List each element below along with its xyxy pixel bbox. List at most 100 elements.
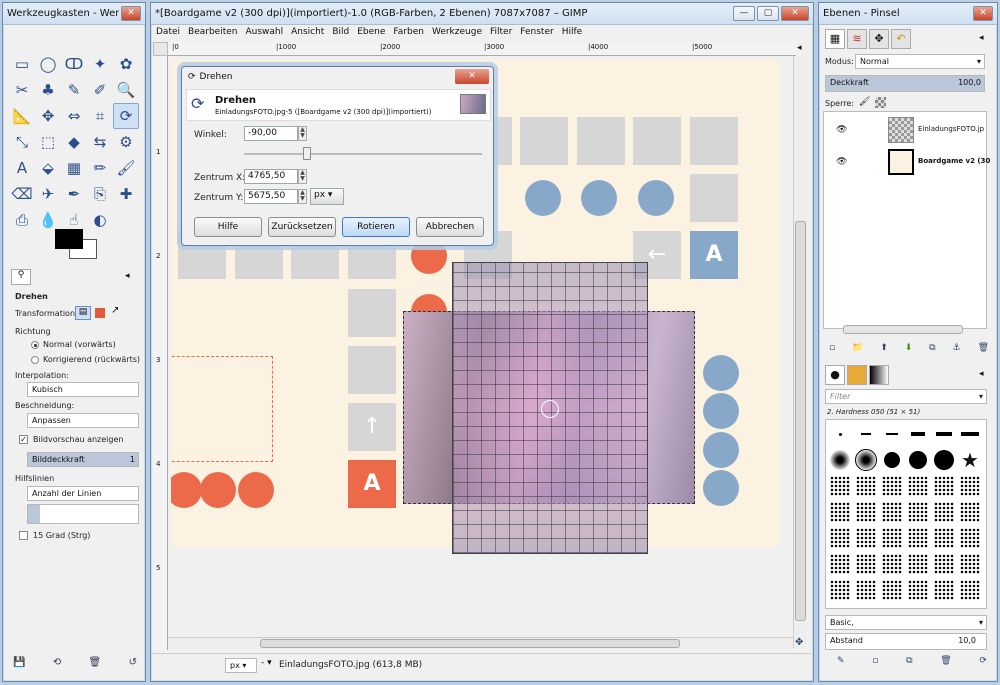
brush-item[interactable] <box>854 448 878 472</box>
perspective-clone-icon[interactable]: ⎙ <box>9 207 35 233</box>
transform-layer-icon[interactable]: ▤ <box>75 306 91 320</box>
raise-layer-icon[interactable]: ⬆ <box>880 343 888 353</box>
zentrum-y-input[interactable]: 5675,50 <box>244 189 298 204</box>
close-icon[interactable]: ✕ <box>121 6 141 21</box>
scissors-icon[interactable]: ✂ <box>9 77 35 103</box>
navigate-arrow-icon[interactable]: ◂ <box>797 43 802 53</box>
radio-korrigierend[interactable] <box>31 356 39 364</box>
brush-item[interactable] <box>906 526 930 550</box>
edit-brush-icon[interactable]: ✎ <box>837 656 845 666</box>
shear-icon[interactable]: ⬚ <box>35 129 61 155</box>
modus-select[interactable]: Normal ▾ <box>855 54 985 69</box>
undo-tab-icon[interactable]: ↶ <box>891 29 911 49</box>
horizontal-ruler[interactable]: |0 |1000 |2000 |3000 |4000 |5000 <box>168 42 796 56</box>
brush-item[interactable] <box>932 422 956 446</box>
paintbrush-icon[interactable]: 🖌 <box>113 155 139 181</box>
vertical-ruler[interactable]: 1 2 3 4 5 <box>153 56 168 650</box>
rotate-icon[interactable]: ⟳ <box>113 103 139 129</box>
scale-icon[interactable]: ⤡ <box>9 129 35 155</box>
eye-icon[interactable]: 👁 <box>836 157 847 167</box>
brush-item[interactable] <box>932 552 956 576</box>
rect-select-icon[interactable]: ▭ <box>9 51 35 77</box>
brush-item[interactable] <box>828 552 852 576</box>
minimize-icon[interactable]: — <box>733 6 755 21</box>
transform-selection-icon[interactable] <box>95 308 105 318</box>
refresh-brushes-icon[interactable]: ⟳ <box>979 656 987 666</box>
brush-panel-menu-icon[interactable]: ◂ <box>979 369 984 379</box>
clone-icon[interactable]: ⎘ <box>87 181 113 207</box>
pencil-icon[interactable]: ✏ <box>87 155 113 181</box>
brush-item[interactable] <box>958 474 982 498</box>
delete-options-icon[interactable]: 🗑 <box>89 657 102 668</box>
help-button[interactable]: Hilfe <box>194 217 262 237</box>
brush-item[interactable] <box>932 474 956 498</box>
unit-dropdown[interactable]: px ▾ <box>310 188 344 205</box>
lower-layer-icon[interactable]: ⬇ <box>905 343 913 353</box>
radio-normal[interactable] <box>31 341 39 349</box>
transform-path-icon[interactable]: ↗ <box>111 305 119 316</box>
brush-item[interactable] <box>880 474 904 498</box>
paths-tab-icon[interactable]: ✥ <box>869 29 889 49</box>
hilfslinien-select[interactable]: Anzahl der Linien <box>27 486 139 501</box>
cancel-button[interactable]: Abbrechen <box>416 217 484 237</box>
color-select-icon[interactable]: ✿ <box>113 51 139 77</box>
save-options-icon[interactable]: 💾 <box>13 657 25 668</box>
zentrum-x-input[interactable]: 4765,50 <box>244 169 298 184</box>
layers-tab-icon[interactable]: ▦ <box>825 29 845 49</box>
crop-icon[interactable]: ⌗ <box>87 103 113 129</box>
opacity-slider[interactable]: Deckkraft 100,0 <box>825 75 985 92</box>
brush-item[interactable] <box>828 422 852 446</box>
menu-item-ansicht[interactable]: Ansicht <box>287 26 328 40</box>
heal-icon[interactable]: ✚ <box>113 181 139 207</box>
toolbox-titlebar[interactable]: Werkzeugkasten - Werkz... ✕ <box>3 3 145 25</box>
beschneidung-select[interactable]: Anpassen <box>27 413 139 428</box>
panel-menu-icon[interactable]: ◂ <box>125 271 130 281</box>
restore-options-icon[interactable]: ⟲ <box>53 657 61 668</box>
dialog-titlebar[interactable]: ⟳ Drehen ✕ <box>182 67 493 87</box>
winkel-spinner[interactable]: ▲ ▼ <box>298 126 307 141</box>
brush-item[interactable]: ★ <box>958 448 982 472</box>
brush-item[interactable] <box>906 448 930 472</box>
eye-icon[interactable]: 👁 <box>836 125 847 135</box>
dialog-close-icon[interactable]: ✕ <box>455 69 489 84</box>
brush-item[interactable] <box>958 552 982 576</box>
menu-item-filter[interactable]: Filter <box>486 26 516 40</box>
brush-item[interactable] <box>932 500 956 524</box>
brush-item[interactable] <box>828 578 852 602</box>
brush-item[interactable] <box>854 500 878 524</box>
zoom-select[interactable]: - ▾ <box>261 658 272 668</box>
brush-item[interactable] <box>906 422 930 446</box>
brush-item[interactable] <box>854 422 878 446</box>
brush-item[interactable] <box>854 552 878 576</box>
new-group-icon[interactable]: 📁 <box>852 343 863 353</box>
brush-item[interactable] <box>828 474 852 498</box>
foreground-select-icon[interactable]: ♣ <box>35 77 61 103</box>
brush-item[interactable] <box>854 474 878 498</box>
brush-item[interactable] <box>932 448 956 472</box>
brush-item[interactable] <box>828 448 852 472</box>
brush-item[interactable] <box>958 578 982 602</box>
zentrum-y-spinner[interactable]: ▲ ▼ <box>298 189 307 204</box>
brush-item[interactable] <box>880 422 904 446</box>
text-icon[interactable]: A <box>9 155 35 181</box>
brush-filter[interactable]: Filter ▾ <box>825 389 987 404</box>
menu-item-werkzeuge[interactable]: Werkzeuge <box>428 26 486 40</box>
zoom-nav-icon[interactable]: ✥ <box>795 637 803 648</box>
grad-checkbox[interactable] <box>19 531 28 540</box>
cage-icon[interactable]: ⚙ <box>113 129 139 155</box>
brush-item[interactable] <box>880 448 904 472</box>
hilfslinien-count[interactable] <box>27 504 139 524</box>
color-picker-icon[interactable]: ✐ <box>87 77 113 103</box>
brush-item[interactable] <box>958 500 982 524</box>
brush-item[interactable] <box>906 474 930 498</box>
delete-brush-icon[interactable]: 🗑 <box>940 656 951 666</box>
interpolation-select[interactable]: Kubisch <box>27 382 139 397</box>
brush-item[interactable] <box>906 552 930 576</box>
layers-panel-menu-icon[interactable]: ◂ <box>979 33 984 43</box>
channels-tab-icon[interactable]: ≋ <box>847 29 867 49</box>
fuzzy-select-icon[interactable]: ✦ <box>87 51 113 77</box>
unit-select[interactable]: px ▾ <box>225 658 257 673</box>
delete-layer-icon[interactable]: 🗑 <box>978 343 989 353</box>
menu-item-hilfe[interactable]: Hilfe <box>558 26 586 40</box>
menu-item-auswahl[interactable]: Auswahl <box>241 26 287 40</box>
